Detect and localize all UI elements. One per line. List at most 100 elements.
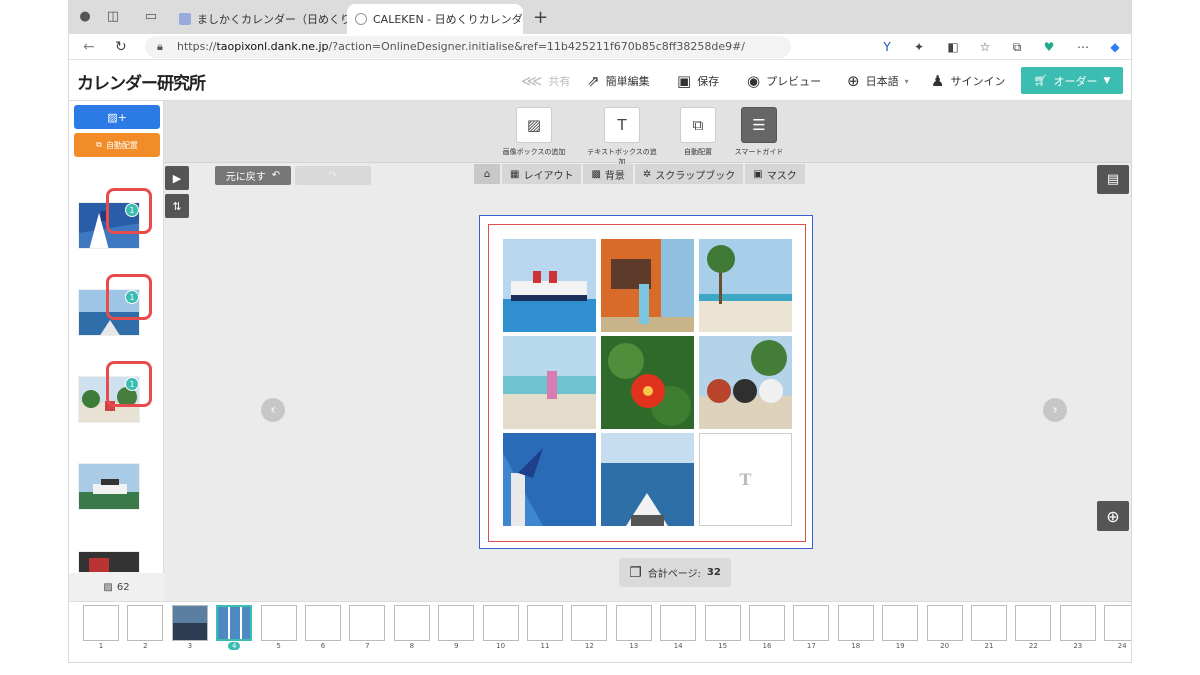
tab-title: ましかくカレンダー（日めくり） -	[197, 13, 347, 26]
page-thumbnail[interactable]	[127, 605, 164, 641]
performance-icon[interactable]: ♥	[1041, 39, 1057, 55]
page-thumbnail[interactable]	[660, 605, 697, 641]
tab-scrapbook[interactable]: ✲ スクラップブック	[634, 164, 744, 184]
page-thumbnail[interactable]	[305, 605, 341, 641]
add-images-button[interactable]: ▨+	[74, 105, 160, 129]
page-thumbnail[interactable]	[926, 605, 963, 641]
page-number-label: 4	[227, 642, 241, 650]
page-number-label: 5	[276, 642, 281, 650]
image-box[interactable]	[503, 433, 596, 526]
page-number-label: 8	[409, 642, 415, 650]
page-number: 8	[394, 642, 430, 650]
smart-guide-label: スマートガイド	[734, 148, 784, 156]
tab-actions-icon[interactable]: ▭	[143, 9, 159, 25]
mask-icon: ▣	[753, 168, 763, 180]
page-thumbnail[interactable]	[571, 605, 608, 641]
page-thumbnail[interactable]	[83, 605, 119, 641]
page-thumbnail[interactable]	[1059, 605, 1096, 641]
url-field[interactable]: 🔒︎ https://taopixonl.dank.ne.jp/?action=…	[145, 36, 791, 58]
browser-tabbar: ● ◫ ▭ ましかくカレンダー（日めくり） - ✕ CALEKEN - 日めくり…	[69, 0, 1131, 34]
sort-button[interactable]: ⇅	[165, 194, 189, 218]
collections-icon[interactable]: ⧉	[1009, 39, 1025, 55]
page-number: 19	[882, 642, 918, 650]
page-thumbnail[interactable]	[393, 605, 430, 641]
language-select[interactable]: ⊕ 日本語 ▾	[847, 72, 909, 90]
extension-icon[interactable]: Y	[879, 39, 895, 55]
new-tab-icon[interactable]: +	[533, 7, 548, 28]
image-box[interactable]	[699, 336, 792, 429]
smart-guide-button[interactable]: ☰ スマートガイド	[724, 107, 794, 157]
image-thumb[interactable]	[78, 551, 140, 573]
image-box[interactable]	[503, 336, 596, 429]
undo-button[interactable]: 元に戻す ↶	[215, 166, 291, 185]
expand-panel-button[interactable]: ▶	[165, 166, 189, 190]
back-icon[interactable]: ←	[83, 39, 95, 55]
page-thumbnail[interactable]	[482, 605, 519, 641]
share-label: 共有	[548, 75, 571, 88]
page-number-label: 21	[984, 642, 994, 650]
image-box[interactable]	[601, 433, 694, 526]
favorites-bar-icon[interactable]: ☆	[977, 39, 993, 55]
add-text-box-button[interactable]: T テキストボックスの追加	[587, 107, 657, 167]
easy-edit-button[interactable]: ⇗ 簡単編集	[587, 72, 650, 90]
image-thumb[interactable]	[78, 463, 140, 510]
auto-layout-button[interactable]: ⧉ 自動配置	[663, 107, 733, 157]
page-thumbnail[interactable]	[349, 605, 386, 641]
order-button[interactable]: 🛒︎ オーダー ▼	[1021, 67, 1123, 94]
add-image-box-button[interactable]: ▨ 画像ボックスの追加	[499, 107, 569, 157]
home-tab[interactable]: ⌂	[474, 164, 500, 184]
page-thumbnail[interactable]	[793, 605, 830, 641]
workspaces-icon[interactable]: ◫	[105, 9, 121, 25]
page-number: 23	[1060, 642, 1096, 650]
signin-button[interactable]: ♟ サインイン	[931, 72, 1005, 90]
copilot-icon[interactable]: ◆	[1107, 39, 1123, 55]
redo-button[interactable]: ↷	[295, 166, 371, 185]
page-thumbnail[interactable]	[615, 605, 652, 641]
page-thumbnail[interactable]	[749, 605, 785, 641]
tab-layout[interactable]: ▦ レイアウト	[502, 164, 582, 184]
save-button[interactable]: ▣ 保存	[677, 72, 719, 90]
tab-mashikaku[interactable]: ましかくカレンダー（日めくり） - ✕	[171, 4, 347, 34]
page-settings-button[interactable]: ▤	[1097, 165, 1129, 194]
site-logo[interactable]: カレンダー研究所	[77, 69, 206, 94]
page-thumbnail[interactable]	[171, 605, 208, 641]
cart-icon: 🛒︎	[1033, 74, 1048, 87]
text-box[interactable]: T	[699, 433, 792, 526]
refresh-icon[interactable]: ↻	[115, 39, 127, 55]
share-button[interactable]: ⋘ 共有	[521, 72, 570, 90]
page-thumbnail[interactable]	[971, 605, 1007, 641]
page-thumbnail[interactable]	[1104, 605, 1131, 641]
tab-mask[interactable]: ▣ マスク	[745, 164, 805, 184]
photo-child-beach	[503, 336, 596, 429]
page-thumbnail[interactable]	[837, 605, 874, 641]
more-icon[interactable]: ⋯	[1075, 39, 1091, 55]
tab-caleken[interactable]: CALEKEN - 日めくりカレンダー# ✕	[347, 4, 523, 34]
puzzle-icon[interactable]: ✦	[911, 39, 927, 55]
tab-background[interactable]: ▩ 背景	[583, 164, 633, 184]
image-box[interactable]	[601, 239, 694, 332]
page-thumbnail[interactable]	[527, 605, 563, 641]
page-number: 13	[616, 642, 652, 650]
auto-place-button[interactable]: ⧉ 自動配置	[74, 133, 160, 157]
next-page-button[interactable]: ›	[1043, 398, 1067, 422]
zoom-button[interactable]: ⊕	[1097, 501, 1129, 531]
page-thumbnail[interactable]	[704, 605, 741, 641]
split-screen-icon[interactable]: ◧	[945, 39, 961, 55]
page-thumbnail[interactable]	[1015, 605, 1052, 641]
preview-button[interactable]: ◉ プレビュー	[747, 72, 821, 90]
auto-place-label: 自動配置	[105, 140, 138, 150]
page-number: 4	[216, 642, 252, 650]
page-number: 12	[571, 642, 607, 650]
image-box[interactable]	[699, 239, 792, 332]
page-thumbnail[interactable]	[260, 605, 297, 641]
page-thumbnail[interactable]	[438, 605, 475, 641]
image-box[interactable]	[601, 336, 694, 429]
address-bar: ← ↻ 🔒︎ https://taopixonl.dank.ne.jp/?act…	[69, 34, 1131, 60]
auto-layout-label: 自動配置	[684, 148, 712, 156]
design-tabs: ⌂ ▦ レイアウト ▩ 背景 ✲ スクラップブック ▣ マスク	[474, 164, 805, 184]
prev-page-button[interactable]: ‹	[261, 398, 285, 422]
profile-icon[interactable]: ●	[77, 9, 93, 25]
image-box[interactable]	[503, 239, 596, 332]
page-thumbnail[interactable]	[882, 605, 919, 641]
page-thumbnail[interactable]	[216, 605, 253, 641]
